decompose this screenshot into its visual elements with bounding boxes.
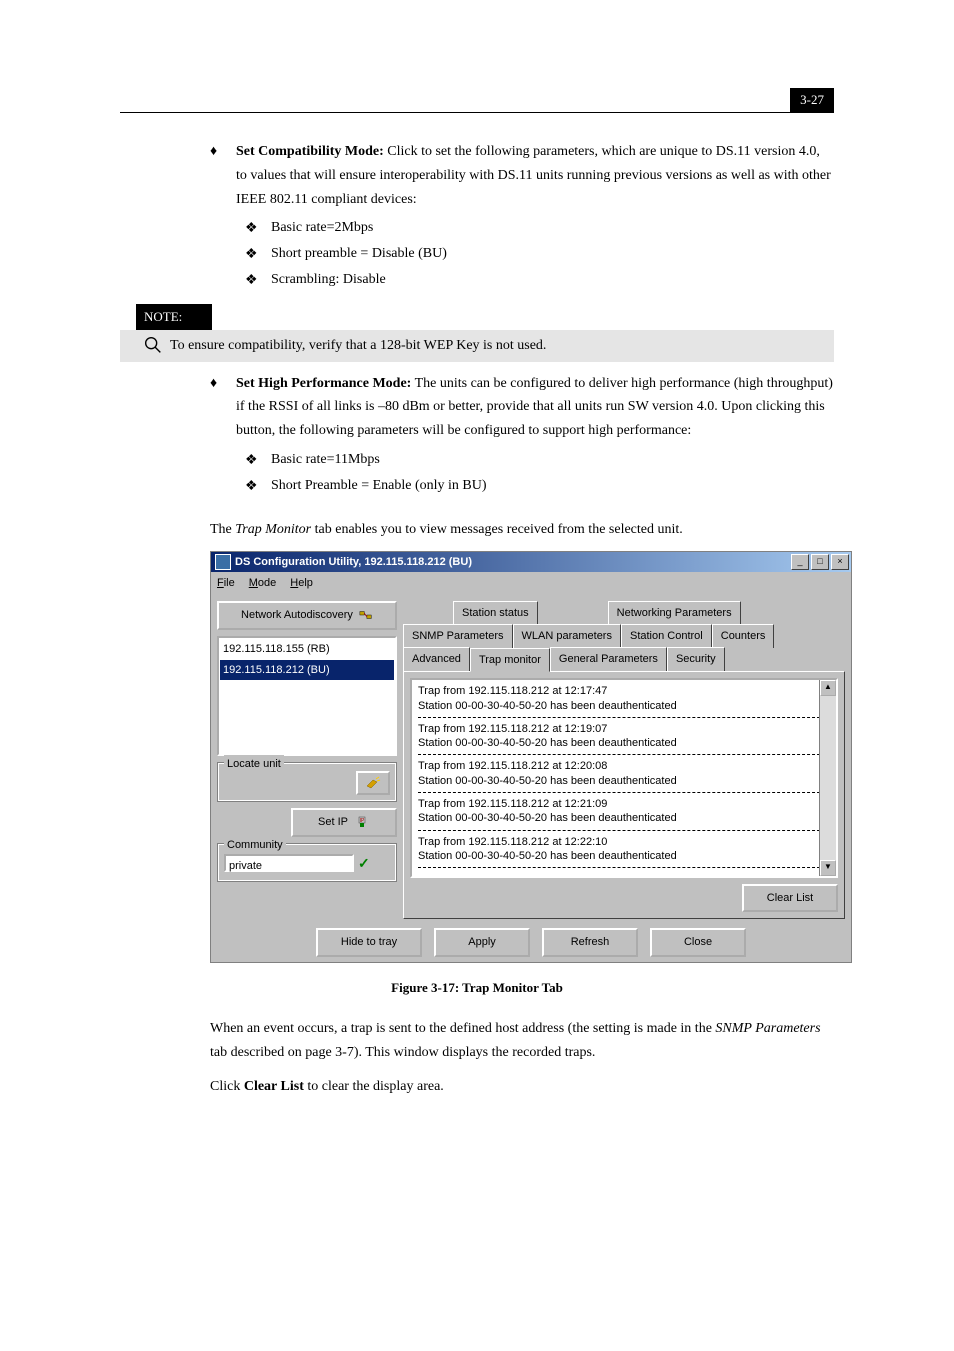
set-high-performance-title: Set High Performance Mode:	[236, 376, 411, 391]
community-input[interactable]: private	[224, 854, 354, 872]
sub-item: Scrambling: Disable	[271, 268, 834, 292]
bottom-bar: Hide to tray Apply Refresh Close	[211, 925, 851, 962]
autodiscovery-icon	[359, 609, 373, 621]
tabs-container: Station status Networking Parameters SNM…	[403, 601, 845, 919]
paragraph-clear-list: Click Clear List to clear the display ar…	[210, 1075, 834, 1099]
tab-station-status[interactable]: Station status	[453, 601, 538, 625]
menubar: File Mode Help	[211, 572, 851, 595]
tab-counters[interactable]: Counters	[712, 624, 775, 648]
network-autodiscovery-button[interactable]: Network Autodiscovery	[217, 601, 397, 630]
app-icon	[215, 554, 231, 570]
trap-intro: The Trap Monitor tab enables you to view…	[210, 518, 834, 542]
tab-general-parameters[interactable]: General Parameters	[550, 647, 667, 672]
note-icon	[142, 334, 164, 356]
config-utility-window: DS Configuration Utility, 192.115.118.21…	[210, 551, 852, 962]
sub-marker: ❖	[245, 448, 271, 472]
sub-marker: ❖	[245, 242, 271, 266]
refresh-button[interactable]: Refresh	[542, 928, 638, 957]
close-button[interactable]: Close	[650, 928, 746, 957]
paragraph-snmp: When an event occurs, a trap is sent to …	[210, 1017, 834, 1065]
locate-unit-group: Locate unit	[217, 762, 397, 802]
community-group: Community private ✓	[217, 843, 397, 883]
scrollbar[interactable]: ▲ ▼	[819, 680, 836, 875]
check-icon[interactable]: ✓	[358, 852, 370, 876]
svg-text:IP: IP	[360, 818, 365, 824]
device-list[interactable]: 192.115.118.155 (RB) 192.115.118.212 (BU…	[217, 636, 397, 756]
sub-item: Basic rate=2Mbps	[271, 216, 834, 240]
sub-item: Basic rate=11Mbps	[271, 448, 834, 472]
tab-advanced[interactable]: Advanced	[403, 647, 470, 672]
trap-entry: Trap from 192.115.118.212 at 12:17:47Sta…	[418, 684, 830, 713]
tab-security[interactable]: Security	[667, 647, 725, 672]
set-compatibility-title: Set Compatibility Mode:	[236, 144, 384, 159]
note-label: NOTE:	[136, 304, 212, 330]
apply-button[interactable]: Apply	[434, 928, 530, 957]
scroll-up-button[interactable]: ▲	[820, 680, 836, 696]
hide-to-tray-button[interactable]: Hide to tray	[316, 928, 422, 957]
menu-help[interactable]: Help	[290, 574, 313, 593]
tab-trap-monitor[interactable]: Trap monitor	[470, 648, 550, 673]
sub-marker: ❖	[245, 474, 271, 498]
note-text: To ensure compatibility, verify that a 1…	[170, 334, 546, 358]
list-item[interactable]: 192.115.118.155 (RB)	[220, 639, 394, 660]
figure-caption: Figure 3-17: Trap Monitor Tab	[120, 977, 834, 999]
community-label: Community	[224, 836, 286, 855]
flashlight-icon	[365, 776, 381, 790]
sub-item: Short preamble = Disable (BU)	[271, 242, 834, 266]
note-block: NOTE: To ensure compatibility, verify th…	[120, 304, 834, 362]
set-compatibility-item: Set Compatibility Mode: Click to set the…	[236, 140, 834, 211]
trap-entry: Trap from 192.115.118.212 at 12:20:08Sta…	[418, 759, 830, 788]
trap-entry: Trap from 192.115.118.212 at 12:19:07Sta…	[418, 722, 830, 751]
header-rule	[120, 112, 834, 113]
trap-entry: Trap from 192.115.118.212 at 12:22:10Sta…	[418, 835, 830, 864]
menu-file[interactable]: File	[217, 574, 235, 593]
sub-item: Short Preamble = Enable (only in BU)	[271, 474, 834, 498]
set-high-performance-item: Set High Performance Mode: The units can…	[236, 372, 834, 443]
titlebar: DS Configuration Utility, 192.115.118.21…	[211, 552, 851, 572]
close-window-button[interactable]: ×	[831, 554, 849, 570]
tab-networking-parameters[interactable]: Networking Parameters	[608, 601, 741, 625]
clear-list-button[interactable]: Clear List	[742, 884, 838, 913]
bullet-marker: ♦	[210, 140, 236, 211]
locate-unit-label: Locate unit	[224, 755, 284, 774]
scroll-down-button[interactable]: ▼	[820, 860, 836, 876]
list-item[interactable]: 192.115.118.212 (BU)	[220, 660, 394, 681]
tab-station-control[interactable]: Station Control	[621, 624, 712, 648]
setip-icon: IP	[354, 815, 370, 829]
locate-unit-button[interactable]	[356, 771, 390, 795]
minimize-button[interactable]: _	[791, 554, 809, 570]
page-number: 3-27	[790, 88, 834, 112]
sub-marker: ❖	[245, 268, 271, 292]
trap-list[interactable]: Trap from 192.115.118.212 at 12:17:47Sta…	[410, 678, 838, 877]
trap-entry: Trap from 192.115.118.212 at 12:21:09Sta…	[418, 797, 830, 826]
window-title: DS Configuration Utility, 192.115.118.21…	[235, 553, 472, 572]
maximize-button[interactable]: □	[811, 554, 829, 570]
tab-wlan-parameters[interactable]: WLAN parameters	[513, 624, 621, 648]
tab-snmp-parameters[interactable]: SNMP Parameters	[403, 624, 513, 648]
menu-mode[interactable]: Mode	[249, 574, 277, 593]
sub-marker: ❖	[245, 216, 271, 240]
set-ip-button[interactable]: Set IP IP	[291, 808, 397, 837]
bullet-marker: ♦	[210, 372, 236, 443]
